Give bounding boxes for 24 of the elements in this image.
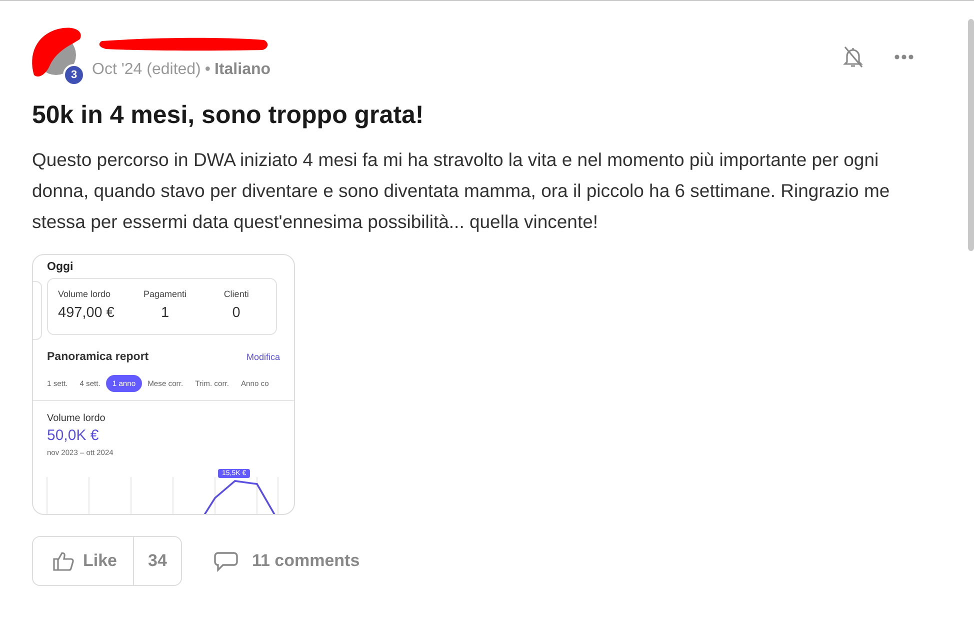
level-badge: 3 xyxy=(63,64,85,86)
section-title: Panoramica report xyxy=(47,351,149,363)
language-label: Italiano xyxy=(214,61,271,79)
thumbs-up-icon xyxy=(53,551,75,571)
edit-link[interactable]: Modifica xyxy=(246,352,280,362)
like-button[interactable]: Like xyxy=(33,537,134,585)
stat-value: 497,00 € xyxy=(58,305,114,321)
scrollbar[interactable] xyxy=(968,19,974,251)
stat-value: 0 xyxy=(232,305,240,321)
like-count: 34 xyxy=(147,550,168,572)
section-title: Oggi xyxy=(47,261,74,273)
metric-value: 50,0K € xyxy=(47,427,100,444)
separator: • xyxy=(204,61,210,79)
comment-icon xyxy=(214,550,238,572)
post-body: Questo percorso in DWA iniziato 4 mesi fa mi ha stravolto la vita e nel momento più importante per ogni donna, quando stavo per diventare e sono diventata mamma, ora il piccolo ha 6 settimane. Ringrazio me stessa per essermi data quest'ennesima possibilità... quella vincente! xyxy=(32,148,891,234)
stat-value: 1 xyxy=(160,305,170,321)
more-icon[interactable] xyxy=(894,54,914,60)
metric-title: Volume lordo xyxy=(47,413,106,424)
post-title: 50k in 4 mesi, sono troppo grata! xyxy=(32,101,425,130)
bell-off-icon[interactable] xyxy=(842,45,864,69)
stat-label: Volume lordo xyxy=(58,289,111,299)
comments-button[interactable]: 11 comments xyxy=(214,550,360,572)
stat-label: Pagamenti xyxy=(143,289,186,299)
stat-label: Clienti xyxy=(224,289,249,299)
